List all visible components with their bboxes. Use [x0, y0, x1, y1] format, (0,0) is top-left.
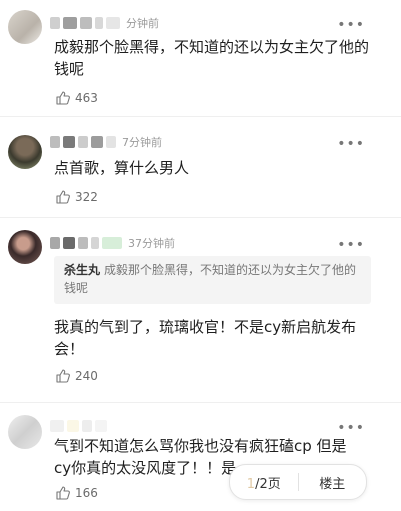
username-row — [50, 417, 113, 435]
thumbs-up-icon — [56, 91, 70, 105]
comment-text: 我真的气到了，琉璃收官！不是cy新启航发布会！ — [54, 318, 357, 358]
like-button[interactable]: 463 — [55, 90, 98, 106]
quoted-comment[interactable]: 杀生丸 成毅那个脸黑得，不知道的还以为女主欠了他的钱呢 — [54, 256, 371, 304]
more-dots-icon[interactable]: ••• — [337, 421, 365, 435]
avatar[interactable] — [8, 10, 42, 44]
like-count: 463 — [75, 91, 98, 105]
thumbs-up-icon — [56, 369, 70, 383]
username-blurred[interactable] — [50, 237, 122, 249]
more-dots-icon[interactable]: ••• — [337, 238, 365, 252]
comment-text: 成毅那个脸黑得，不知道的还以为女主欠了他的钱呢 — [54, 38, 370, 78]
username-blurred[interactable] — [50, 17, 120, 29]
like-count: 240 — [75, 369, 98, 383]
thumbs-up-icon — [56, 486, 70, 500]
avatar[interactable] — [8, 135, 42, 169]
thumbs-up-icon — [56, 190, 70, 204]
comment-time: 37分钟前 — [128, 237, 175, 250]
comment-time: 分钟前 — [126, 17, 159, 30]
total-pages: /2页 — [255, 476, 281, 492]
comment-text: 点首歌，算什么男人 — [54, 159, 190, 177]
avatar[interactable] — [8, 415, 42, 449]
host-only-button[interactable]: 楼主 — [299, 473, 367, 492]
username-row: 37分钟前 — [50, 234, 175, 252]
comment-item: 7分钟前 ••• 点首歌，算什么男人 322 — [0, 117, 401, 218]
username-row: 7分钟前 — [50, 133, 162, 151]
like-button[interactable]: 166 — [55, 485, 98, 501]
more-dots-icon[interactable]: ••• — [337, 137, 365, 151]
like-button[interactable]: 240 — [55, 368, 98, 384]
username-blurred[interactable] — [50, 420, 107, 432]
quote-author: 杀生丸 — [64, 263, 101, 277]
more-dots-icon[interactable]: ••• — [337, 18, 365, 32]
page-indicator[interactable]: 1/2页 — [230, 473, 298, 492]
comment-time: 7分钟前 — [122, 136, 162, 149]
like-count: 166 — [75, 486, 98, 500]
like-button[interactable]: 322 — [55, 189, 98, 205]
username-blurred[interactable] — [50, 136, 116, 148]
comment-item: 37分钟前 ••• 杀生丸 成毅那个脸黑得，不知道的还以为女主欠了他的钱呢 我真的… — [0, 218, 401, 403]
comment-item: 分钟前 ••• 成毅那个脸黑得，不知道的还以为女主欠了他的钱呢 463 — [0, 0, 401, 117]
like-count: 322 — [75, 190, 98, 204]
quote-text: 成毅那个脸黑得，不知道的还以为女主欠了他的钱呢 — [64, 263, 357, 295]
current-page: 1 — [246, 476, 256, 492]
avatar[interactable] — [8, 230, 42, 264]
page-navigator: 1/2页 楼主 — [229, 464, 367, 500]
username-row: 分钟前 — [50, 14, 159, 32]
